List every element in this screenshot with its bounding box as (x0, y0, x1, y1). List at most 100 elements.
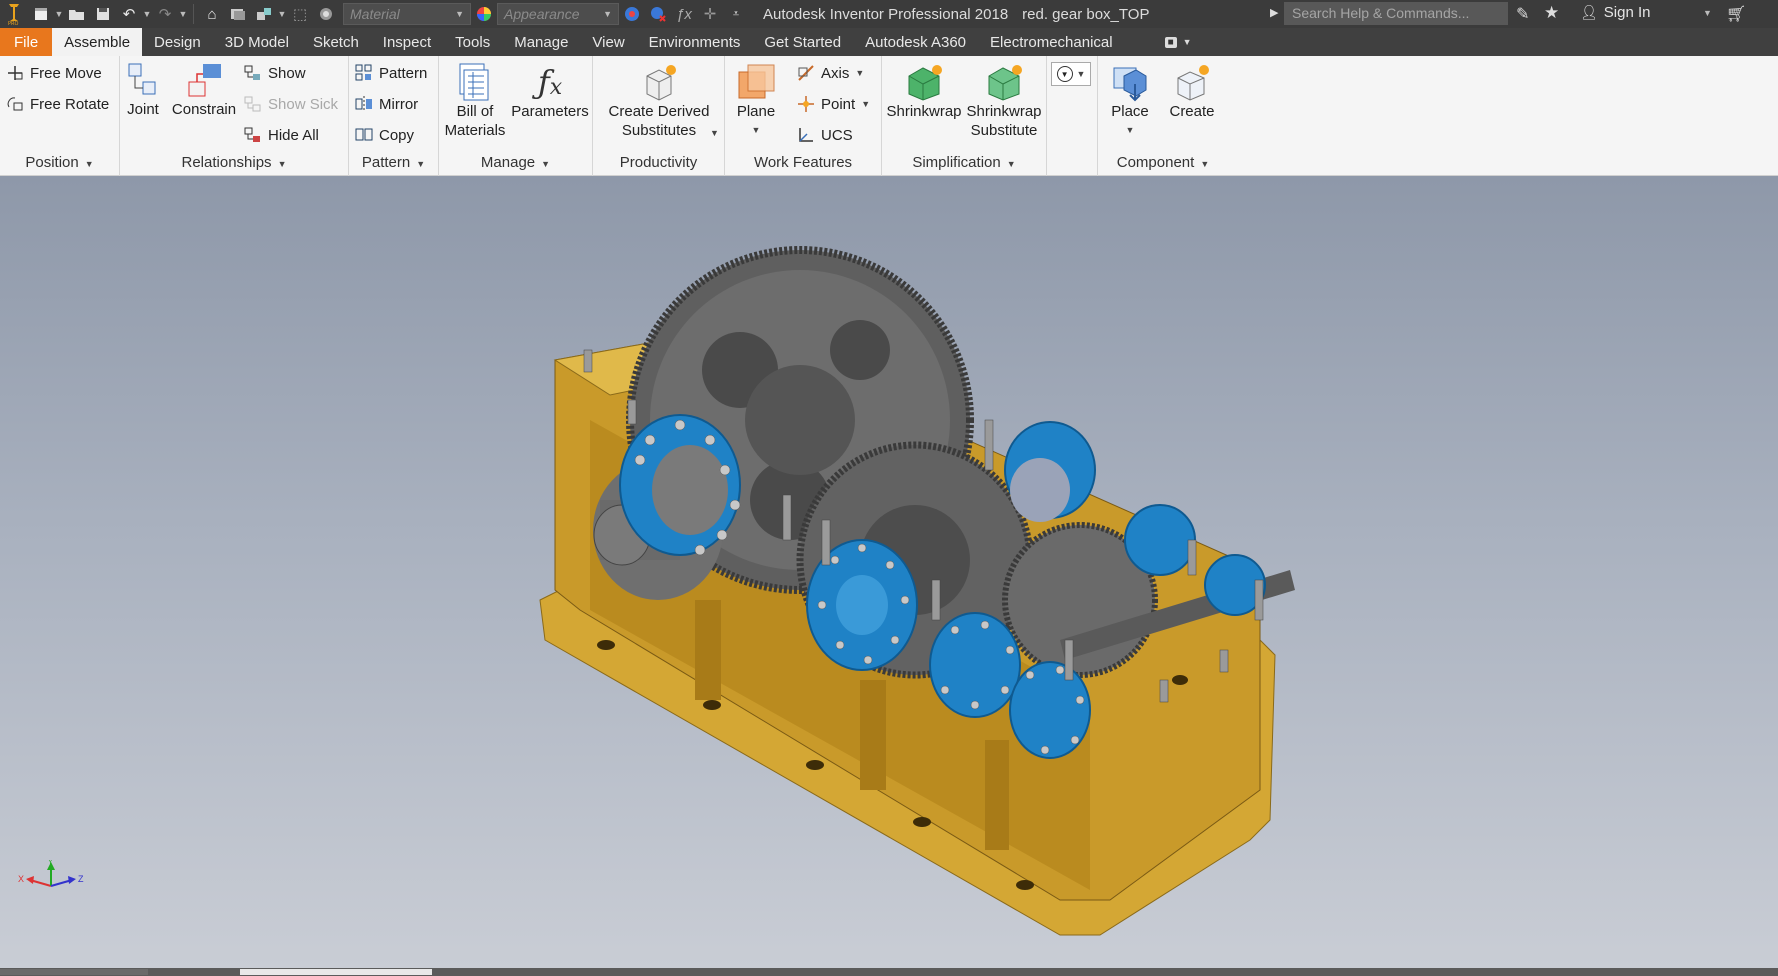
parameters-label: Parameters (511, 103, 589, 120)
exchange-icon[interactable]: ✎ (1516, 4, 1529, 24)
create-button[interactable]: Create (1160, 62, 1224, 121)
show-label: Show (268, 64, 306, 82)
view-triad[interactable]: X Z Y (18, 859, 84, 908)
appearance-combo[interactable]: Appearance ▼ (497, 3, 619, 25)
material-placeholder: Material (350, 6, 400, 22)
fx-icon[interactable]: ƒx (673, 4, 695, 24)
shrinkwrap-button[interactable]: Shrinkwrap (886, 62, 962, 121)
open-icon[interactable] (66, 4, 88, 24)
new-icon[interactable] (30, 4, 52, 24)
panel-title-work-features: Work Features (725, 152, 881, 174)
tab-environments[interactable]: Environments (637, 28, 753, 56)
tab-inspect[interactable]: Inspect (371, 28, 443, 56)
cart-icon[interactable]: 🛒︎ (1726, 4, 1746, 24)
shrinkwrap-substitute-button[interactable]: Shrinkwrap Substitute (964, 62, 1044, 140)
chevron-down-icon: ▼ (1006, 159, 1016, 169)
measure-icon[interactable]: ✛ (699, 4, 721, 24)
document-tab[interactable] (0, 969, 148, 975)
appearance-icon[interactable] (473, 4, 495, 24)
triad-x-label: X (18, 874, 24, 884)
graphics-viewport[interactable]: X Z Y (0, 176, 1778, 968)
material-combo[interactable]: Material ▼ (343, 3, 471, 25)
place-button[interactable]: Place ▼ (1102, 62, 1158, 140)
panel-component: Place ▼ Create Component ▼ (1098, 56, 1228, 176)
bill-of-materials-button[interactable]: Bill of Materials (443, 62, 507, 140)
panel-title-relationships[interactable]: Relationships ▼ (120, 152, 348, 174)
tab-sketch[interactable]: Sketch (301, 28, 371, 56)
projects-icon[interactable] (227, 4, 249, 24)
chevron-down-icon: ▼ (751, 125, 761, 135)
plane-button[interactable]: Plane ▼ (729, 62, 783, 140)
pattern-button[interactable]: Pattern (355, 60, 427, 86)
redo-icon[interactable]: ↷ (154, 4, 176, 24)
star-icon[interactable]: ★ (1544, 3, 1559, 23)
appearance-placeholder: Appearance (504, 6, 580, 22)
tab-assemble[interactable]: Assemble (52, 28, 143, 56)
hide-all-button[interactable]: Hide All (244, 122, 319, 148)
fx-icon: ƒx (537, 62, 563, 101)
free-move-button[interactable]: Free Move (6, 60, 102, 86)
tab-file[interactable]: File (0, 28, 53, 56)
mirror-label: Mirror (379, 95, 419, 113)
sign-in-dropdown-icon[interactable]: ▼ (1703, 8, 1712, 18)
update-icon[interactable] (253, 4, 275, 24)
redo-dropdown-icon[interactable]: ▼ (178, 9, 188, 19)
panel-title-simplification[interactable]: Simplification ▼ (882, 152, 1046, 174)
tab-tools[interactable]: Tools (443, 28, 502, 56)
joint-button[interactable]: Joint (126, 62, 160, 119)
joint-label: Joint (127, 101, 159, 118)
adjust-appearance-icon[interactable] (621, 4, 643, 24)
save-icon[interactable] (92, 4, 114, 24)
tab-get-started[interactable]: Get Started (752, 28, 853, 56)
panel-position: Free Move Free Rotate Position ▼ (0, 56, 120, 176)
panel-title-manage[interactable]: Manage ▼ (439, 152, 592, 174)
chevron-down-icon: ▼ (416, 159, 426, 169)
tab-electromechanical[interactable]: Electromechanical (978, 28, 1125, 56)
ribbon-tab-bar: File Assemble Design 3D Model Sketch Ins… (0, 28, 1778, 56)
panel-relationships: Joint Constrain Show Show Sick Hide All … (120, 56, 349, 176)
axis-icon (797, 64, 815, 82)
gearbox-model[interactable] (0, 176, 1778, 968)
ribbon-display-toggle[interactable]: ■ ▼ (1164, 28, 1192, 56)
joint-icon (125, 62, 161, 100)
ribbon: Free Move Free Rotate Position ▼ Joint Co… (0, 56, 1778, 176)
chevron-down-icon[interactable]: ▼ (710, 128, 719, 138)
inventor-logo-icon[interactable]: PRO (0, 0, 28, 28)
search-expand-icon[interactable]: ▶ (1270, 6, 1278, 19)
tab-autodesk-a360[interactable]: Autodesk A360 (853, 28, 978, 56)
tab-manage[interactable]: Manage (502, 28, 580, 56)
select-icon[interactable]: ⬚ (289, 4, 311, 24)
tab-3d-model[interactable]: 3D Model (213, 28, 301, 56)
clear-appearance-icon[interactable] (647, 4, 669, 24)
tab-design[interactable]: Design (142, 28, 213, 56)
home-icon[interactable]: ⌂ (201, 4, 223, 24)
constrain-button[interactable]: Constrain (171, 62, 237, 119)
undo-icon[interactable]: ↶ (118, 4, 140, 24)
customize-icon[interactable]: ⩡ (725, 4, 747, 24)
search-input[interactable]: Search Help & Commands... (1284, 2, 1508, 25)
color-wheel-icon[interactable] (315, 4, 337, 24)
ucs-button[interactable]: UCS (797, 122, 853, 148)
camera-icon: ■ (1164, 36, 1177, 48)
point-button[interactable]: Point ▼ (797, 91, 870, 117)
undo-dropdown-icon[interactable]: ▼ (142, 9, 152, 19)
document-tab-strip (0, 968, 1778, 976)
free-rotate-button[interactable]: Free Rotate (6, 91, 109, 117)
gallery-dropdown[interactable]: ▼ ▼ (1051, 62, 1091, 86)
sign-in-button[interactable]: 👤︎ Sign In (1580, 4, 1650, 21)
mirror-button[interactable]: Mirror (355, 91, 418, 117)
parameters-button[interactable]: ƒx Parameters (511, 62, 589, 121)
copy-button[interactable]: Copy (355, 122, 414, 148)
show-button[interactable]: Show (244, 60, 306, 86)
panel-title-position[interactable]: Position ▼ (0, 152, 119, 174)
tab-view[interactable]: View (580, 28, 636, 56)
new-dropdown-icon[interactable]: ▼ (54, 9, 64, 19)
create-derived-substitutes-button[interactable]: Create Derived Substitutes (597, 62, 721, 140)
document-tab-active[interactable] (240, 969, 432, 975)
panel-title-component[interactable]: Component ▼ (1098, 152, 1228, 174)
update-dropdown-icon[interactable]: ▼ (277, 9, 287, 19)
show-sick-button[interactable]: Show Sick (244, 91, 338, 117)
axis-button[interactable]: Axis ▼ (797, 60, 864, 86)
bom-label-line2: Materials (444, 122, 506, 139)
panel-title-pattern[interactable]: Pattern ▼ (349, 152, 438, 174)
